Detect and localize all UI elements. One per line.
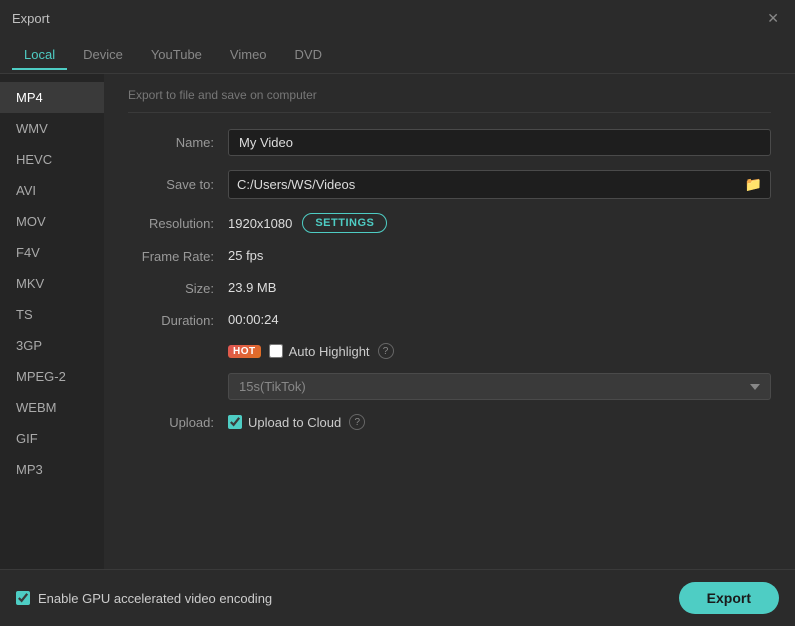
- size-row: Size: 23.9 MB: [128, 279, 771, 297]
- framerate-control: 25 fps: [228, 247, 771, 265]
- upload-row: Upload: Upload to Cloud ?: [128, 414, 771, 430]
- upload-control: Upload to Cloud ?: [228, 414, 771, 430]
- duration-value: 00:00:24: [228, 312, 279, 327]
- sidebar: MP4 WMV HEVC AVI MOV F4V MKV TS: [0, 74, 104, 569]
- window-title: Export: [12, 11, 50, 26]
- tab-youtube[interactable]: YouTube: [139, 41, 214, 70]
- saveto-row: Save to: C:/Users/WS/Videos 📁: [128, 170, 771, 199]
- name-label: Name:: [128, 135, 228, 150]
- main-panel: Export to file and save on computer Name…: [104, 74, 795, 569]
- sidebar-item-mp4[interactable]: MP4: [0, 82, 104, 113]
- sidebar-item-f4v[interactable]: F4V: [0, 237, 104, 268]
- sidebar-item-avi[interactable]: AVI: [0, 175, 104, 206]
- sidebar-item-hevc[interactable]: HEVC: [0, 144, 104, 175]
- auto-highlight-label[interactable]: Auto Highlight: [269, 344, 370, 359]
- upload-cloud-label[interactable]: Upload to Cloud: [228, 415, 341, 430]
- tiktok-dropdown-row: 15s(TikTok): [228, 373, 771, 400]
- resolution-label: Resolution:: [128, 216, 228, 231]
- gpu-checkbox[interactable]: [16, 591, 30, 605]
- sidebar-item-wmv[interactable]: WMV: [0, 113, 104, 144]
- sidebar-item-mkv[interactable]: MKV: [0, 268, 104, 299]
- name-control: [228, 129, 771, 156]
- auto-highlight-text: Auto Highlight: [289, 344, 370, 359]
- saveto-label: Save to:: [128, 177, 228, 192]
- tab-vimeo[interactable]: Vimeo: [218, 41, 279, 70]
- export-window: Export ✕ Local Device YouTube Vimeo DVD …: [0, 0, 795, 626]
- name-row: Name:: [128, 129, 771, 156]
- highlight-control: HOT Auto Highlight ?: [228, 343, 771, 359]
- resolution-row: Resolution: 1920x1080 SETTINGS: [128, 213, 771, 233]
- size-value: 23.9 MB: [228, 280, 276, 295]
- size-label: Size:: [128, 281, 228, 296]
- sidebar-item-mov[interactable]: MOV: [0, 206, 104, 237]
- auto-highlight-checkbox[interactable]: [269, 344, 283, 358]
- framerate-value: 25 fps: [228, 248, 263, 263]
- resolution-value-row: 1920x1080 SETTINGS: [228, 213, 771, 233]
- sidebar-item-gif[interactable]: GIF: [0, 423, 104, 454]
- sidebar-item-ts[interactable]: TS: [0, 299, 104, 330]
- auto-highlight-help-icon[interactable]: ?: [378, 343, 394, 359]
- duration-control: 00:00:24: [228, 311, 771, 329]
- resolution-control: 1920x1080 SETTINGS: [228, 213, 771, 233]
- tab-bar: Local Device YouTube Vimeo DVD: [0, 36, 795, 74]
- name-input[interactable]: [228, 129, 771, 156]
- upload-cloud-checkbox[interactable]: [228, 415, 242, 429]
- upload-cloud-help-icon[interactable]: ?: [349, 414, 365, 430]
- content-area: MP4 WMV HEVC AVI MOV F4V MKV TS: [0, 74, 795, 569]
- upload-cloud-text: Upload to Cloud: [248, 415, 341, 430]
- tab-device[interactable]: Device: [71, 41, 135, 70]
- saveto-path: C:/Users/WS/Videos: [237, 177, 745, 192]
- tab-dvd[interactable]: DVD: [283, 41, 334, 70]
- close-button[interactable]: ✕: [763, 9, 783, 27]
- tab-local[interactable]: Local: [12, 41, 67, 70]
- duration-label: Duration:: [128, 313, 228, 328]
- gpu-label[interactable]: Enable GPU accelerated video encoding: [16, 591, 272, 606]
- saveto-control: C:/Users/WS/Videos 📁: [228, 170, 771, 199]
- sidebar-item-mp3[interactable]: MP3: [0, 454, 104, 485]
- export-button[interactable]: Export: [679, 582, 779, 614]
- section-title: Export to file and save on computer: [128, 74, 771, 113]
- settings-button[interactable]: SETTINGS: [302, 213, 387, 233]
- highlight-form-row: HOT Auto Highlight ?: [128, 343, 771, 359]
- sidebar-item-3gp[interactable]: 3GP: [0, 330, 104, 361]
- tiktok-dropdown[interactable]: 15s(TikTok): [228, 373, 771, 400]
- framerate-label: Frame Rate:: [128, 249, 228, 264]
- duration-row: Duration: 00:00:24: [128, 311, 771, 329]
- highlight-row: HOT Auto Highlight ?: [228, 343, 771, 359]
- sidebar-item-webm[interactable]: WEBM: [0, 392, 104, 423]
- framerate-row: Frame Rate: 25 fps: [128, 247, 771, 265]
- folder-icon[interactable]: 📁: [745, 176, 762, 193]
- upload-label: Upload:: [128, 415, 228, 430]
- saveto-path-row: C:/Users/WS/Videos 📁: [228, 170, 771, 199]
- title-bar: Export ✕: [0, 0, 795, 36]
- gpu-text: Enable GPU accelerated video encoding: [38, 591, 272, 606]
- hot-badge: HOT: [228, 345, 261, 358]
- footer: Enable GPU accelerated video encoding Ex…: [0, 569, 795, 626]
- upload-cloud-row: Upload to Cloud ?: [228, 414, 771, 430]
- size-control: 23.9 MB: [228, 279, 771, 297]
- sidebar-item-mpeg2[interactable]: MPEG-2: [0, 361, 104, 392]
- resolution-value: 1920x1080: [228, 216, 292, 231]
